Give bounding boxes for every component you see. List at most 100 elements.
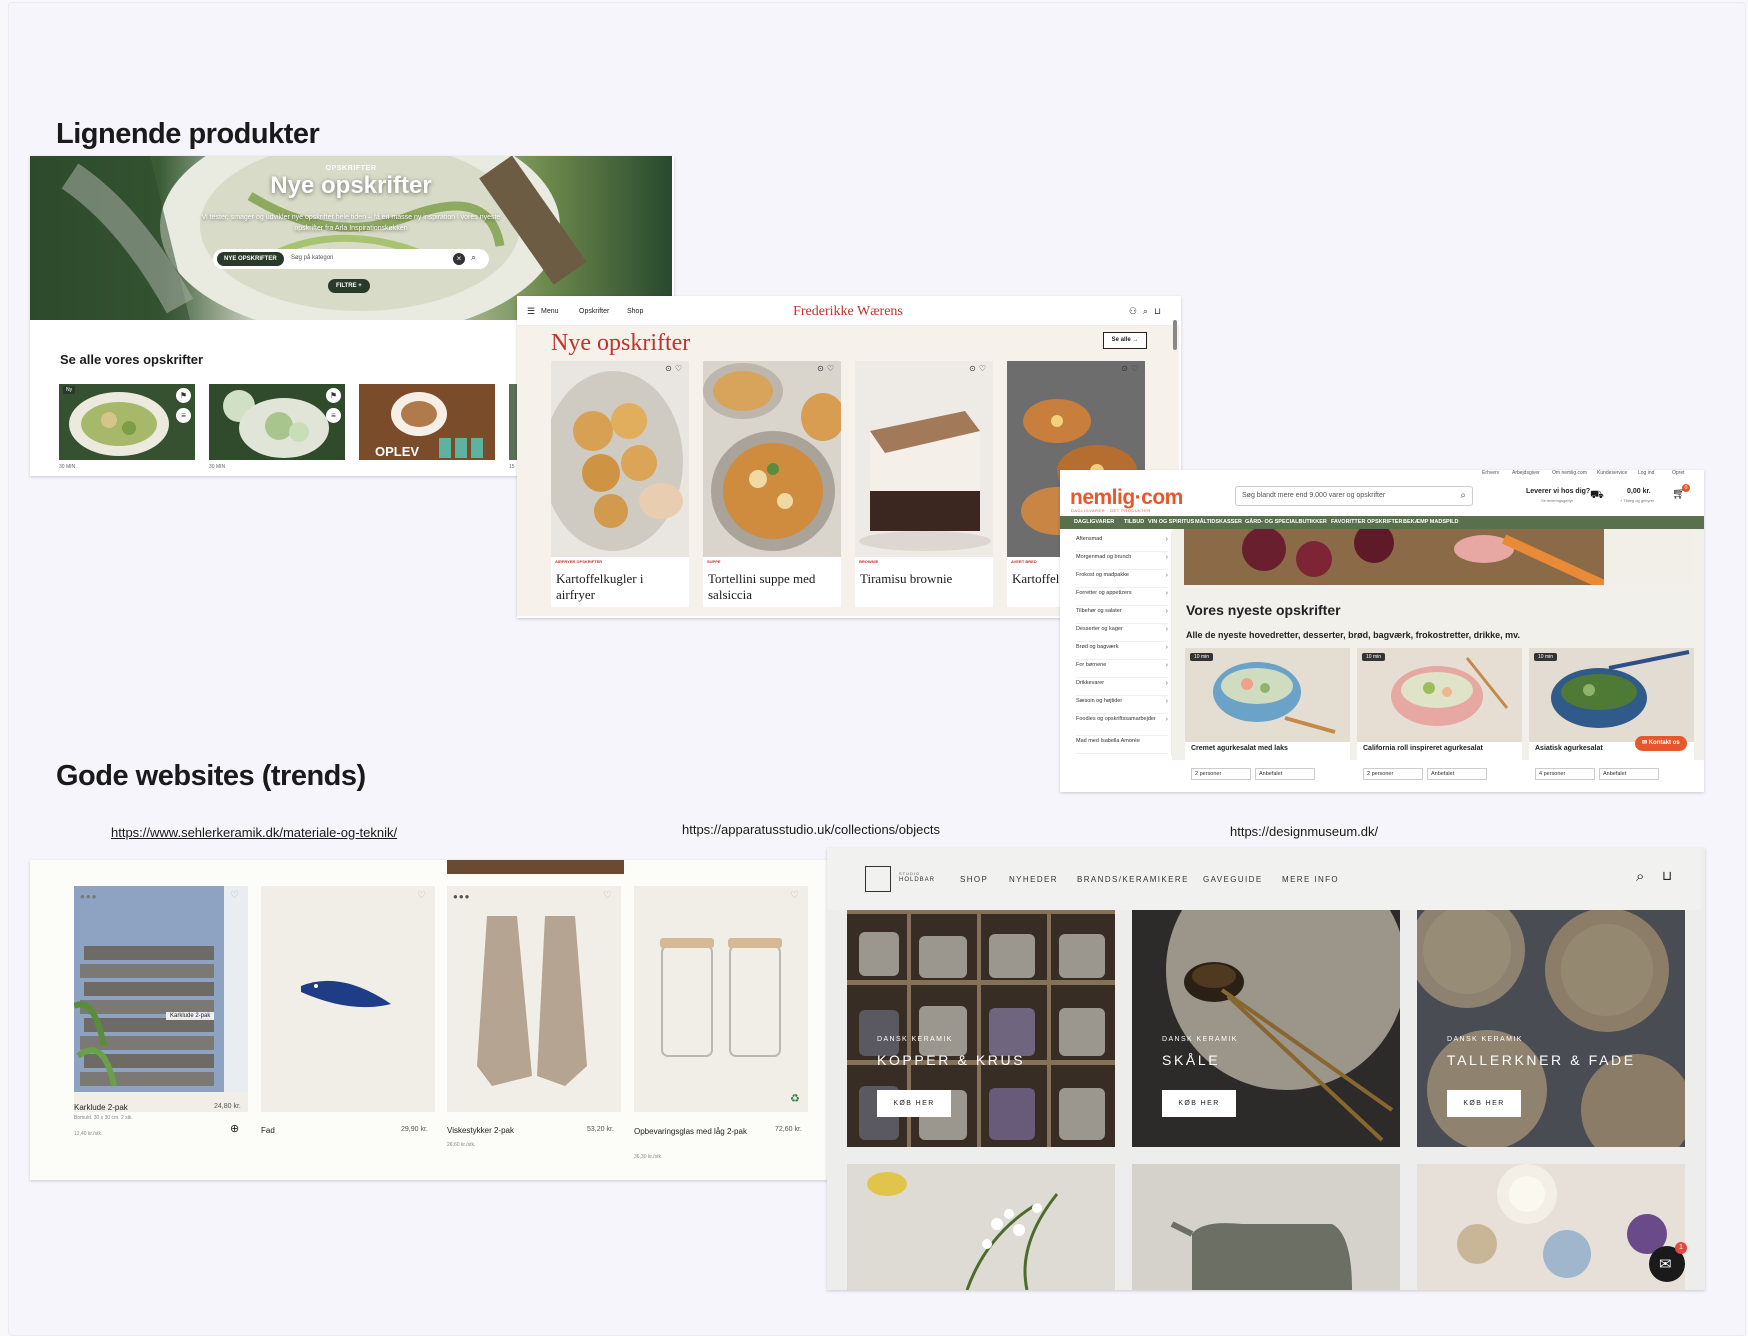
filter-button[interactable]: FILTRE + [328,279,370,293]
recipe-image [703,361,841,557]
menu-item[interactable]: FAVORITTER [1331,519,1365,525]
sidebar-item[interactable]: Drikkevarer › [1076,680,1168,696]
ad-card[interactable]: OPLEV [359,384,495,460]
filter-chip-new-recipes[interactable]: NYE OPSKRIFTER [217,252,284,266]
category-tile[interactable]: DANSK KERAMIK KOPPER & KRUS KØB HER [847,910,1115,1147]
sidebar-item[interactable]: Morgenmad og brunch › [1076,554,1168,570]
menu-item[interactable]: MÅLTIDSKASSER [1195,519,1242,525]
menu-item[interactable]: BEKÆMP MADSPILD [1403,519,1459,525]
product-name[interactable]: Karklude 2-pak [74,1103,128,1112]
heart-icon[interactable]: ♡ [790,890,799,901]
sort-select[interactable]: Anbefalet [1427,768,1487,780]
color-dots[interactable]: ●●● [453,892,471,901]
nav-news[interactable]: NYHEDER [1009,875,1058,884]
persons-select[interactable]: 4 personer [1535,768,1595,780]
save-heart-icons[interactable]: ⊙♡ [1121,364,1141,373]
save-heart-icons[interactable]: ⊙♡ [817,364,837,373]
persons-select[interactable]: 2 personer [1191,768,1251,780]
product-name[interactable]: Opbevaringsglas med låg 2-pak [634,1126,754,1137]
menu-item[interactable]: DAGLIGVARER [1074,519,1114,525]
category-tile[interactable]: DANSK KERAMIK TALLERKNER & FADE KØB HER [1417,910,1685,1147]
sidebar-item[interactable]: Mad med Isabella Amorée [1076,738,1168,754]
sidebar-item[interactable]: Frokost og madpakke › [1076,572,1168,588]
nav-giftguide[interactable]: GAVEGUIDE [1203,875,1263,884]
url-designmuseum[interactable]: https://designmuseum.dk/ [1230,824,1378,839]
sidebar-item[interactable]: Aftensmad › [1076,536,1168,552]
recipe-card[interactable]: ⚑ ≡ [209,384,345,460]
product-card[interactable]: ●●● ♡ [447,886,621,1112]
category-search[interactable]: NYE OPSKRIFTER Søg på kategori × ⌕ [213,249,489,269]
menu-item[interactable]: TILBUD [1124,519,1144,525]
bookmark-icon[interactable]: ⚑ [176,388,191,403]
sort-select[interactable]: Anbefalet [1599,768,1659,780]
url-apparatus[interactable]: https://apparatusstudio.uk/collections/o… [682,822,940,837]
product-name[interactable]: Viskestykker 2-pak [447,1126,514,1135]
heart-icon[interactable]: ♡ [417,890,426,901]
site-logo[interactable]: Frederikke Wærens [517,304,1179,320]
nav-brands[interactable]: BRANDS/KERAMIKERE [1077,875,1189,884]
sidebar-item[interactable]: Sæsoin og højtider › [1076,698,1168,714]
unit-price: 26,60 kr./stk. [447,1142,476,1148]
buy-button[interactable]: KØB HER [877,1090,951,1117]
save-heart-icons[interactable]: ⊙♡ [665,364,685,373]
logo-text[interactable]: HOLDBAR [899,877,935,883]
category-tile[interactable] [1417,1164,1685,1290]
delivery-question[interactable]: Leverer vi hos dig? [1526,488,1590,495]
bookmark-icon[interactable]: ⚑ [326,388,341,403]
product-image [301,980,391,1008]
sidebar-item[interactable]: Tilbehør og salater › [1076,608,1168,624]
recipe-card[interactable]: ⊙♡ SUPPE Tortellini suppe med salsiccia [703,361,841,607]
product-name[interactable]: Fad [261,1126,275,1135]
scrollbar[interactable] [1173,320,1177,350]
see-all-button[interactable]: Se alle → [1103,332,1147,349]
category-tile[interactable] [847,1164,1115,1290]
product-card[interactable]: ●●● ♡ Karklude 2-pak [74,886,248,1112]
sidebar-item[interactable]: Brød og bagværk › [1076,644,1168,660]
recipe-title: California roll inspireret agurkesalat [1363,745,1483,752]
logo-mark[interactable] [865,866,891,892]
buy-button[interactable]: KØB HER [1447,1090,1521,1117]
category-tile[interactable] [1132,1164,1400,1290]
sidebar-item[interactable]: Foodies og opskriftssamarbejder › [1076,716,1168,736]
menu-item[interactable]: GÅRD- OG SPECIALBUTIKKER [1245,519,1327,525]
search-icon[interactable]: ⌕ [1636,868,1644,885]
time-badge: 10 min [1534,653,1558,661]
sidebar-item[interactable]: Desserter og kager › [1076,626,1168,642]
heart-icon[interactable]: ♡ [603,890,612,901]
category-sidebar: Aftensmad › Morgenmad og brunch › Frokost … [1070,532,1172,756]
sidebar-item[interactable]: Forretter og appetizers › [1076,590,1168,606]
product-card[interactable]: ♡ ♻ [634,886,808,1112]
sort-select[interactable]: Anbefalet [1255,768,1315,780]
user-search-cart-icons[interactable]: ⚇⌕⊔ [1129,306,1167,317]
nav-shop[interactable]: SHOP [960,875,988,884]
heart-icon[interactable]: ♡ [230,890,239,901]
search-icon[interactable]: ⌕ [471,252,476,263]
sidebar-item[interactable]: For børnene › [1076,662,1168,678]
truck-icon: ⛟ [1590,489,1604,501]
clear-icon[interactable]: × [453,253,465,265]
save-heart-icons[interactable]: ⊙♡ [969,364,989,373]
url-sehler[interactable]: https://www.sehlerkeramik.dk/materiale-o… [111,825,397,840]
persons-select[interactable]: 2 personer [1363,768,1423,780]
recipe-card[interactable]: Ny ⚑ ≡ [59,384,195,460]
search-input[interactable]: Søg blandt mere end 9.000 varer og opskr… [1235,486,1473,506]
recipe-card[interactable]: 10 min Cremet agurkesalat med laks [1185,648,1350,760]
time-badge: 10 min [1190,653,1214,661]
site-logo[interactable]: nemlig·com [1070,486,1183,510]
screenshot-holdbar: STUDIO HOLDBAR SHOP NYHEDER BRANDS/KERAM… [827,848,1705,1290]
list-icon[interactable]: ≡ [326,408,341,423]
contact-button[interactable]: ✉ Kontakt os [1635,736,1687,751]
recipe-card[interactable]: ⊙♡ BROWNIE Tiramisu brownie [855,361,993,607]
menu-item[interactable]: OPSKRIFTER [1367,519,1402,525]
recipe-card[interactable]: 10 min California roll inspireret agurke… [1357,648,1522,760]
list-icon[interactable]: ≡ [176,408,191,423]
color-dots[interactable]: ●●● [80,892,98,901]
menu-item[interactable]: VIN OG SPIRITUS [1148,519,1194,525]
product-card[interactable]: ♡ [261,886,435,1112]
buy-button[interactable]: KØB HER [1162,1090,1236,1117]
category-tile[interactable]: DANSK KERAMIK SKÅLE KØB HER [1132,910,1400,1147]
recipe-card[interactable]: ⊙♡ AIRFRYER OPSKRIFTER Kartoffelkugler i… [551,361,689,607]
add-to-cart-icon[interactable]: ⊕ [230,1122,239,1135]
bag-icon[interactable]: ⊔ [1662,868,1672,884]
nav-more-info[interactable]: MERE INFO [1282,875,1339,884]
